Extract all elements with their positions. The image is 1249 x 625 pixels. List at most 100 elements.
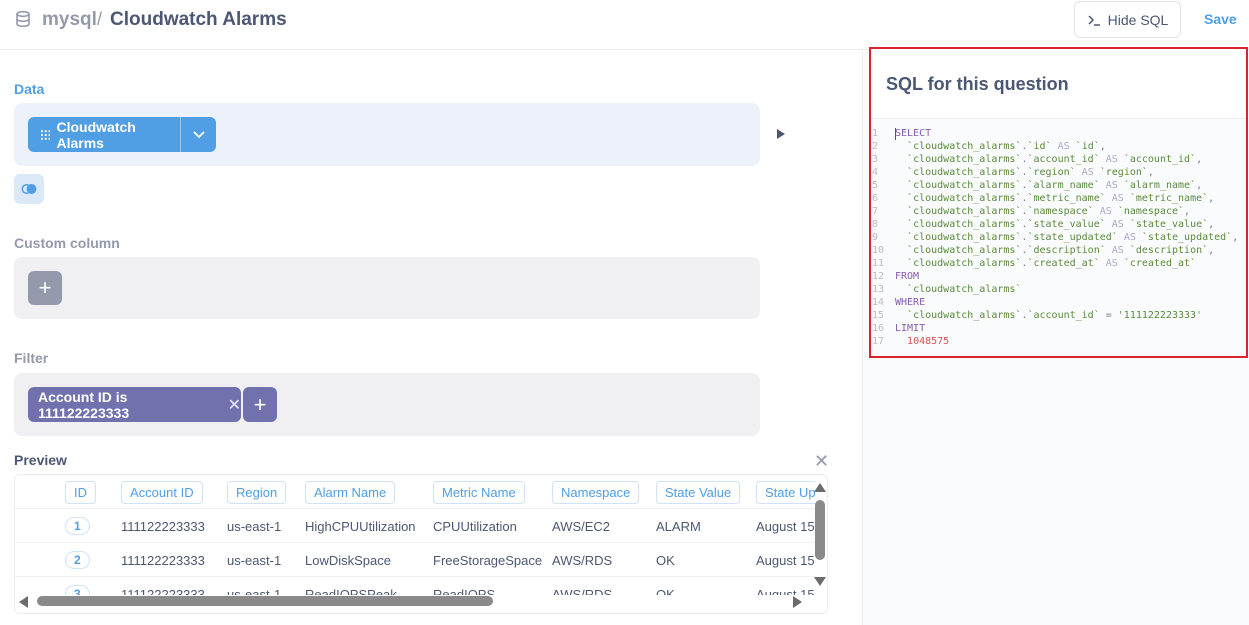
close-icon[interactable]: ✕ (228, 395, 241, 415)
table-cell: us-east-1 (227, 543, 281, 577)
column-header-label: State Value (656, 480, 741, 504)
close-preview-icon[interactable]: ✕ (814, 451, 829, 472)
code-line: `cloudwatch_alarms`.`state_updated` AS `… (907, 232, 1239, 243)
join-button[interactable] (14, 174, 44, 204)
table-picker[interactable]: Cloudwatch Alarms (28, 117, 216, 152)
notebook-editor: Data Cloudwatch Alarms Custom column + F… (0, 51, 862, 625)
table-cell: AWS/RDS (552, 577, 612, 596)
column-header-label: ID (65, 480, 96, 504)
code-line: LIMIT (895, 323, 926, 334)
table-cell: us-east-1 (227, 509, 281, 543)
table-cell: August 15 (756, 577, 815, 596)
save-button[interactable]: Save (1204, 11, 1237, 27)
line-number: 13 (872, 284, 885, 295)
scroll-thumb[interactable] (815, 500, 825, 560)
column-header[interactable]: Namespace (552, 475, 640, 509)
code-line: `cloudwatch_alarms`.`state_value` AS `st… (907, 219, 1215, 230)
column-header-label: Account ID (121, 480, 203, 504)
column-header[interactable]: Alarm Name (305, 475, 396, 509)
code-line: FROM (895, 271, 920, 282)
data-section-label: Data (14, 81, 45, 97)
column-header[interactable]: Metric Name (433, 475, 525, 509)
line-number: 17 (872, 336, 885, 347)
preview-grid: ID Account ID Region Alarm Name Metric Name N… (15, 475, 815, 595)
code-line: `cloudwatch_alarms`.`account_id` AS `acc… (907, 154, 1203, 165)
table-cell: HighCPUUtilization (305, 509, 416, 543)
code-line: `cloudwatch_alarms`.`alarm_name` AS `ala… (907, 180, 1203, 191)
line-number: 12 (872, 271, 885, 282)
sql-code[interactable]: 1 SELECT 2 `cloudwatch_alarms`.`id` AS `id… (871, 127, 1246, 355)
sql-highlight-frame: SQL for this question 1 SELECT 2 `cloudwat… (869, 47, 1248, 358)
cell-value: us-east-1 (227, 552, 282, 568)
code-line: `cloudwatch_alarms`.`region` AS `region`… (907, 167, 1154, 178)
table-row[interactable]: 2 111122223333 us-east-1 LowDiskSpace FreeSt… (15, 543, 815, 577)
table-picker-main[interactable]: Cloudwatch Alarms (28, 117, 181, 152)
line-number: 6 (872, 193, 879, 204)
filter-pill[interactable]: Account ID is 111122223333 ✕ (28, 387, 241, 422)
add-filter-button[interactable]: + (243, 387, 277, 422)
column-header[interactable]: Region (227, 475, 287, 509)
scroll-down-icon[interactable] (814, 577, 826, 586)
table-name: Cloudwatch Alarms (56, 118, 136, 151)
table-cell: ALARM (656, 509, 701, 543)
scroll-up-icon[interactable] (814, 483, 826, 492)
table-row[interactable]: 3 111122223333 us-east-1 ReadIOPSPeak ReadIO… (15, 577, 815, 595)
column-header[interactable]: Account ID (121, 475, 203, 509)
line-number: 10 (872, 245, 885, 256)
table-cell: AWS/EC2 (552, 509, 610, 543)
row-id[interactable]: 2 (65, 551, 90, 569)
table-cell: August 15 (756, 509, 815, 543)
data-step: Cloudwatch Alarms (14, 103, 760, 166)
table-cell: August 15 (756, 543, 815, 577)
table-cell: 2 (65, 543, 90, 577)
table-cell: AWS/RDS (552, 543, 612, 577)
cell-value: ALARM (656, 518, 701, 534)
cell-value: 111122223333 (121, 518, 205, 534)
table-picker-dropdown[interactable] (181, 130, 216, 139)
cell-value: OK (656, 552, 675, 568)
breadcrumb-separator: / (97, 9, 103, 29)
cell-value: August 15 (756, 552, 815, 568)
cell-value: CPUUtilization (433, 518, 517, 534)
line-number: 11 (872, 258, 885, 269)
scroll-thumb[interactable] (37, 596, 493, 606)
code-line: `cloudwatch_alarms`.`description` AS `de… (907, 245, 1215, 256)
cell-value: AWS/EC2 (552, 518, 611, 534)
column-header[interactable]: State Value (656, 475, 741, 509)
top-bar: mysql / Cloudwatch Alarms Hide SQL Save (0, 0, 1249, 50)
breadcrumb-database[interactable]: mysql (42, 9, 97, 31)
line-number: 4 (872, 167, 879, 178)
column-header[interactable]: ID (65, 475, 96, 509)
add-custom-column-button[interactable]: + (28, 271, 62, 305)
hide-sql-label: Hide SQL (1107, 11, 1169, 28)
row-id[interactable]: 1 (65, 517, 90, 535)
horizontal-scrollbar[interactable] (19, 594, 813, 608)
code-line: `cloudwatch_alarms`.`namespace` AS `name… (907, 206, 1191, 217)
line-number: 3 (872, 154, 879, 165)
sql-title: SQL for this question (886, 74, 1069, 94)
code-line: WHERE (895, 297, 926, 308)
terminal-icon (1088, 14, 1100, 26)
hide-sql-button[interactable]: Hide SQL (1074, 1, 1181, 38)
table-cell: FreeStorageSpace (433, 543, 542, 577)
column-header-label: State Up (756, 480, 815, 504)
filter-text: Account ID is 111122223333 (38, 388, 130, 421)
code-line: `cloudwatch_alarms`.`metric_name` AS `me… (907, 193, 1215, 204)
scroll-left-icon[interactable] (19, 596, 28, 608)
table-row[interactable]: 1 111122223333 us-east-1 HighCPUUtilization… (15, 509, 815, 543)
line-number: 8 (872, 219, 879, 230)
sql-sidebar: SQL for this question 1 SELECT 2 `cloudwat… (862, 47, 1249, 625)
vertical-scrollbar[interactable] (814, 483, 826, 587)
chevron-down-icon (192, 130, 205, 138)
grid-icon (41, 129, 51, 140)
column-header[interactable]: State Up (756, 475, 815, 509)
play-icon[interactable] (777, 129, 785, 139)
table-cell: 111122223333 (121, 577, 205, 596)
table-cell: 111122223333 (121, 509, 205, 543)
cell-value: FreeStorageSpace (433, 552, 543, 568)
code-line: SELECT (895, 128, 932, 139)
join-icon (21, 184, 37, 194)
scroll-right-icon[interactable] (793, 596, 802, 608)
sql-header: SQL for this question (871, 49, 1246, 119)
code-line: 1048575 (907, 336, 950, 347)
